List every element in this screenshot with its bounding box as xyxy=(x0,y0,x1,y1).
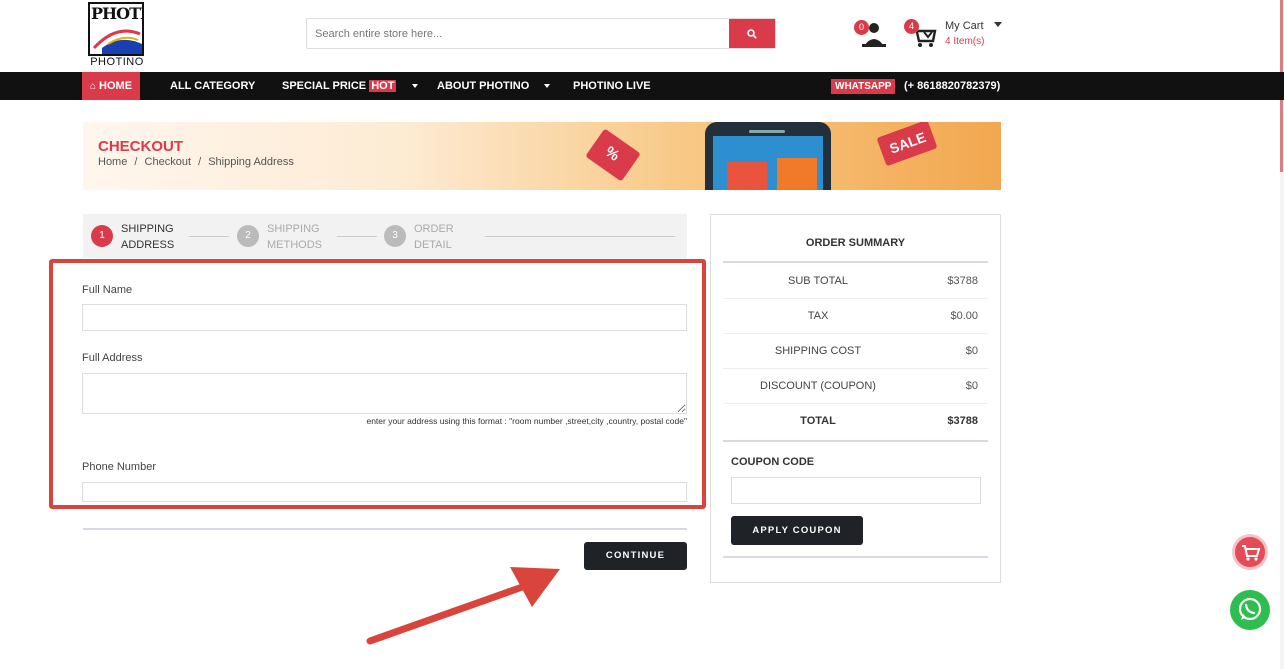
summary-row-total: TOTAL $3788 xyxy=(723,404,988,439)
step-3-label[interactable]: ORDER DETAIL xyxy=(414,221,454,253)
step-1-line2: ADDRESS xyxy=(121,239,175,251)
page-title: CHECKOUT xyxy=(98,138,183,155)
nav-all-category[interactable]: ALL CATEGORY xyxy=(170,72,255,100)
breadcrumb-current: Shipping Address xyxy=(208,156,294,168)
step-2-line2: METHODS xyxy=(267,239,322,251)
step-1-number: 1 xyxy=(91,225,113,247)
logo-mark: PHOTINO xyxy=(88,2,144,56)
nav-special-price-label: SPECIAL PRICE xyxy=(282,80,367,92)
cart-icon xyxy=(1242,545,1261,561)
step-connector xyxy=(485,236,675,237)
nav-about-label: ABOUT PHOTINO xyxy=(437,80,530,92)
nav-about[interactable]: ABOUT PHOTINO xyxy=(437,72,551,100)
wishlist-button[interactable]: 0 xyxy=(854,18,888,50)
summary-label: SHIPPING COST xyxy=(774,345,862,357)
summary-value: $3788 xyxy=(947,415,978,427)
whatsapp-badge[interactable]: WHATSAPP xyxy=(831,79,896,94)
checkout-steps: 1 SHIPPING ADDRESS 2 SHIPPING METHODS 3 … xyxy=(83,214,687,258)
breadcrumb-home[interactable]: Home xyxy=(98,156,127,168)
chevron-down-icon[interactable] xyxy=(994,22,1002,27)
step-connector xyxy=(337,236,377,237)
floating-whatsapp-button[interactable] xyxy=(1230,590,1270,630)
summary-label: DISCOUNT (COUPON) xyxy=(760,380,876,392)
sale-tag-text: SALE xyxy=(887,128,928,157)
step-1-label[interactable]: SHIPPING ADDRESS xyxy=(121,221,174,253)
summary-value: $0.00 xyxy=(950,310,978,322)
summary-value: $3788 xyxy=(947,275,978,287)
arrow-annotation xyxy=(366,567,560,645)
home-icon: ⌂ xyxy=(89,81,96,92)
step-connector xyxy=(189,236,229,237)
summary-row-tax: TAX $0.00 xyxy=(723,299,988,334)
step-3-number: 3 xyxy=(384,225,406,247)
breadcrumb-separator: / xyxy=(134,156,138,168)
summary-divider xyxy=(723,440,988,442)
sale-tag-graphic: SALE xyxy=(876,122,938,167)
step-2-number: 2 xyxy=(237,225,259,247)
summary-row-discount: DISCOUNT (COUPON) $0 xyxy=(723,369,988,404)
cart-title[interactable]: My Cart xyxy=(945,20,984,32)
summary-row-shipping: SHIPPING COST $0 xyxy=(723,334,988,369)
site-logo[interactable]: PHOTINO PHOTINO xyxy=(88,2,146,68)
search-button[interactable] xyxy=(729,19,775,48)
breadcrumb-checkout[interactable]: Checkout xyxy=(145,156,191,168)
cart-count-badge: 4 xyxy=(904,19,919,34)
summary-divider xyxy=(723,556,988,558)
percent-tag-graphic: % xyxy=(585,128,641,182)
step-2-line1: SHIPPING xyxy=(267,223,320,235)
floating-cart-button[interactable] xyxy=(1232,534,1268,570)
search-icon xyxy=(747,28,757,39)
nav-special-price[interactable]: SPECIAL PRICE HOT xyxy=(282,72,418,100)
summary-value: $0 xyxy=(965,380,978,392)
summary-label: TOTAL xyxy=(800,415,836,427)
coupon-code-field[interactable] xyxy=(731,477,981,504)
hot-badge: HOT xyxy=(369,80,397,92)
percent-tag-text: % xyxy=(601,143,623,165)
breadcrumb-separator: / xyxy=(198,156,202,168)
logo-caption: PHOTINO xyxy=(90,56,144,68)
phone-graphic xyxy=(705,122,831,190)
highlight-annotation xyxy=(49,259,706,509)
summary-label: TAX xyxy=(807,310,829,322)
summary-row-subtotal: SUB TOTAL $3788 xyxy=(723,264,988,299)
main-nav: ⌂ HOME ALL CATEGORY SPECIAL PRICE HOT AB… xyxy=(0,72,1284,100)
step-3-line2: DETAIL xyxy=(414,239,452,251)
coupon-code-label: COUPON CODE xyxy=(731,456,815,468)
contact-phone: (+ 8618820782379) xyxy=(904,80,1001,92)
step-1-line1: SHIPPING xyxy=(121,223,174,235)
breadcrumb: Home / Checkout / Shipping Address xyxy=(98,156,298,168)
chevron-down-icon xyxy=(544,84,551,89)
summary-label: SUB TOTAL xyxy=(788,275,848,287)
step-3-line1: ORDER xyxy=(414,223,454,235)
continue-button[interactable]: CONTINUE xyxy=(584,542,687,570)
whatsapp-icon xyxy=(1238,597,1262,621)
order-summary-title: ORDER SUMMARY xyxy=(805,237,906,249)
search-input[interactable] xyxy=(307,19,729,48)
order-summary-panel: ORDER SUMMARY SUB TOTAL $3788 TAX $0.00 … xyxy=(710,214,1001,583)
cart-button[interactable]: 4 xyxy=(904,18,938,50)
apply-coupon-button[interactable]: APPLY COUPON xyxy=(731,516,863,545)
nav-photino-live[interactable]: PHOTINO LIVE xyxy=(573,72,651,100)
step-2-label[interactable]: SHIPPING METHODS xyxy=(267,221,322,253)
summary-value: $0 xyxy=(965,345,978,357)
checkout-banner: CHECKOUT Home / Checkout / Shipping Addr… xyxy=(83,122,1001,190)
summary-divider xyxy=(723,261,988,263)
search-bar xyxy=(306,18,776,49)
nav-home-label: HOME xyxy=(99,80,133,92)
chevron-down-icon xyxy=(411,84,418,89)
cart-item-count: 4 Item(s) xyxy=(945,36,985,47)
nav-home[interactable]: ⌂ HOME xyxy=(82,72,140,100)
wishlist-count-badge: 0 xyxy=(854,20,869,35)
form-divider xyxy=(83,528,687,530)
